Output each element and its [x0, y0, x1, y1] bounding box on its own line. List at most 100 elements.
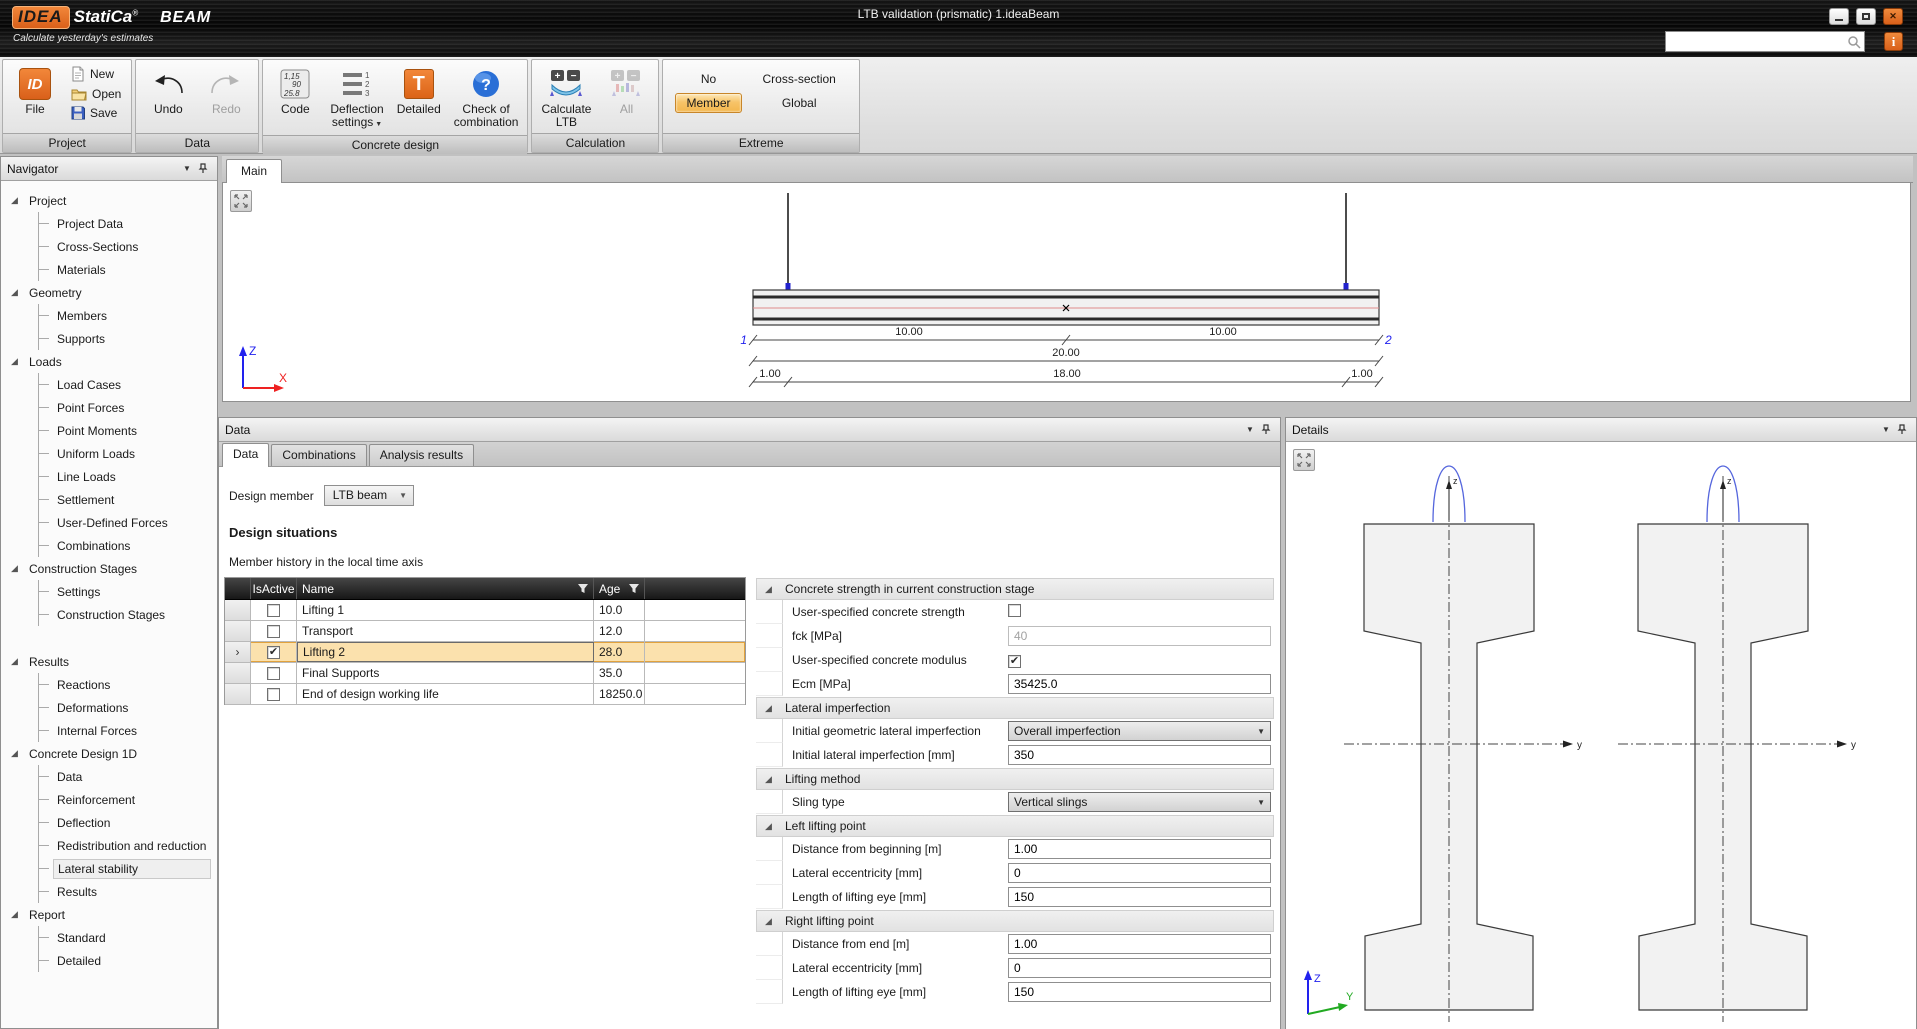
extreme-cross-section-button[interactable]: Cross-section	[752, 69, 847, 89]
tree-item-deflection[interactable]: Deflection	[39, 811, 211, 834]
isactive-checkbox[interactable]	[267, 625, 280, 638]
user-specified-strength-checkbox[interactable]	[1008, 604, 1021, 617]
section-concrete-strength[interactable]: ◢Concrete strength in current constructi…	[756, 578, 1274, 600]
tree-item-load-cases[interactable]: Load Cases	[39, 373, 211, 396]
sling-type-select[interactable]: Vertical slings▼	[1008, 792, 1271, 812]
filter-icon[interactable]	[629, 584, 639, 594]
row-selector[interactable]: ›	[225, 642, 251, 662]
info-button[interactable]: i	[1884, 32, 1903, 51]
tree-item-data[interactable]: Data	[39, 765, 211, 788]
tree-item-deformations[interactable]: Deformations	[39, 696, 211, 719]
row-selector[interactable]	[225, 684, 251, 704]
tree-group-construction-stages[interactable]: ◢Construction Stages	[1, 557, 217, 580]
tree-item-redistribution-and-reduction[interactable]: Redistribution and reduction	[39, 834, 211, 857]
tree-item-cross-sections[interactable]: Cross-Sections	[39, 235, 211, 258]
fit-to-view-button[interactable]	[1293, 449, 1315, 471]
situation-name-cell[interactable]: Final Supports	[297, 663, 594, 683]
detailed-button[interactable]: T Detailed	[391, 63, 447, 120]
distance-from-end-input[interactable]	[1008, 934, 1271, 954]
tree-item-construction-stages[interactable]: Construction Stages	[39, 603, 211, 626]
row-selector[interactable]	[225, 663, 251, 683]
tree-item-results[interactable]: Results	[39, 880, 211, 903]
tree-item-user-defined-forces[interactable]: User-Defined Forces	[39, 511, 211, 534]
fit-to-view-button[interactable]	[230, 190, 252, 212]
pin-icon[interactable]	[1894, 422, 1910, 438]
search-input[interactable]	[1666, 33, 1847, 50]
extreme-member-button[interactable]: Member	[675, 93, 741, 113]
table-row[interactable]: End of design working life 18250.0	[225, 684, 745, 705]
pin-icon[interactable]	[1258, 422, 1274, 438]
right-lifting-eye-length-input[interactable]	[1008, 982, 1271, 1002]
initial-lateral-imperfection-input[interactable]	[1008, 745, 1271, 765]
extreme-no-button[interactable]: No	[675, 69, 741, 89]
tree-item-project-data[interactable]: Project Data	[39, 212, 211, 235]
situation-age-cell[interactable]: 12.0	[594, 621, 645, 641]
tree-item-internal-forces[interactable]: Internal Forces	[39, 719, 211, 742]
tree-item-materials[interactable]: Materials	[39, 258, 211, 281]
user-specified-modulus-checkbox[interactable]	[1008, 655, 1021, 668]
section-lifting-method[interactable]: ◢Lifting method	[756, 768, 1274, 790]
tree-item-detailed[interactable]: Detailed	[39, 949, 211, 972]
distance-from-beginning-input[interactable]	[1008, 839, 1271, 859]
tree-group-loads[interactable]: ◢Loads	[1, 350, 217, 373]
fck-input[interactable]	[1008, 626, 1271, 646]
tree-item-point-forces[interactable]: Point Forces	[39, 396, 211, 419]
tree-item-line-loads[interactable]: Line Loads	[39, 465, 211, 488]
tab-data[interactable]: Data	[222, 443, 269, 467]
deflection-settings-button[interactable]: 123 Deflectionsettings▼	[325, 63, 388, 135]
extreme-global-button[interactable]: Global	[752, 93, 847, 113]
tree-item-lateral-stability[interactable]: Lateral stability	[39, 857, 211, 880]
code-button[interactable]: 1,159025.8 Code	[267, 63, 323, 120]
open-button[interactable]: Open	[67, 86, 125, 102]
row-selector[interactable]	[225, 621, 251, 641]
column-header-isactive[interactable]: IsActive	[251, 578, 297, 599]
tab-analysis-results[interactable]: Analysis results	[369, 444, 474, 466]
table-row[interactable]: › Lifting 2 28.0	[225, 642, 745, 663]
isactive-checkbox[interactable]	[267, 604, 280, 617]
tree-group-project[interactable]: ◢Project	[1, 189, 217, 212]
left-lifting-eye-length-input[interactable]	[1008, 887, 1271, 907]
section-lateral-imperfection[interactable]: ◢Lateral imperfection	[756, 697, 1274, 719]
check-of-combination-button[interactable]: ? Check ofcombination	[449, 63, 524, 133]
redo-button[interactable]: Redo	[198, 63, 254, 120]
chevron-down-icon[interactable]: ▼	[179, 161, 195, 177]
file-button[interactable]: ID File	[7, 63, 63, 120]
tree-item-standard[interactable]: Standard	[39, 926, 211, 949]
maximize-button[interactable]	[1856, 8, 1876, 25]
minimize-button[interactable]	[1829, 8, 1849, 25]
situation-age-cell[interactable]: 10.0	[594, 600, 645, 620]
isactive-checkbox[interactable]	[267, 667, 280, 680]
undo-button[interactable]: Undo	[140, 63, 196, 120]
pin-icon[interactable]	[195, 161, 211, 177]
situation-age-cell[interactable]: 35.0	[594, 663, 645, 683]
right-lateral-eccentricity-input[interactable]	[1008, 958, 1271, 978]
calculate-all-button[interactable]: +− All	[598, 63, 654, 120]
left-lateral-eccentricity-input[interactable]	[1008, 863, 1271, 883]
tree-group-geometry[interactable]: ◢Geometry	[1, 281, 217, 304]
tree-group-report[interactable]: ◢Report	[1, 903, 217, 926]
row-selector[interactable]	[225, 600, 251, 620]
section-left-lifting-point[interactable]: ◢Left lifting point	[756, 815, 1274, 837]
isactive-checkbox[interactable]	[267, 688, 280, 701]
tree-item-combinations[interactable]: Combinations	[39, 534, 211, 557]
column-header-age[interactable]: Age	[594, 578, 645, 599]
calculate-ltb-button[interactable]: +− CalculateLTB	[536, 63, 596, 133]
tree-item-settlement[interactable]: Settlement	[39, 488, 211, 511]
filter-icon[interactable]	[578, 584, 588, 594]
situation-name-cell[interactable]: Lifting 2	[297, 642, 594, 662]
initial-imperfection-select[interactable]: Overall imperfection▼	[1008, 721, 1271, 741]
table-row[interactable]: Lifting 1 10.0	[225, 600, 745, 621]
tree-item-uniform-loads[interactable]: Uniform Loads	[39, 442, 211, 465]
table-row[interactable]: Transport 12.0	[225, 621, 745, 642]
design-member-select[interactable]: LTB beam ▼	[324, 485, 414, 506]
chevron-down-icon[interactable]: ▼	[1878, 422, 1894, 438]
save-button[interactable]: Save	[67, 105, 125, 121]
new-button[interactable]: New	[67, 65, 125, 83]
main-canvas[interactable]: 10.00 10.00 1 2 20.00 1.00 18.00 1.00 Z …	[222, 183, 1911, 402]
tree-group-concrete-design-1d[interactable]: ◢Concrete Design 1D	[1, 742, 217, 765]
tree-item-members[interactable]: Members	[39, 304, 211, 327]
tree-item-reinforcement[interactable]: Reinforcement	[39, 788, 211, 811]
section-right-lifting-point[interactable]: ◢Right lifting point	[756, 910, 1274, 932]
situation-age-cell[interactable]: 28.0	[594, 642, 645, 662]
tree-item-point-moments[interactable]: Point Moments	[39, 419, 211, 442]
